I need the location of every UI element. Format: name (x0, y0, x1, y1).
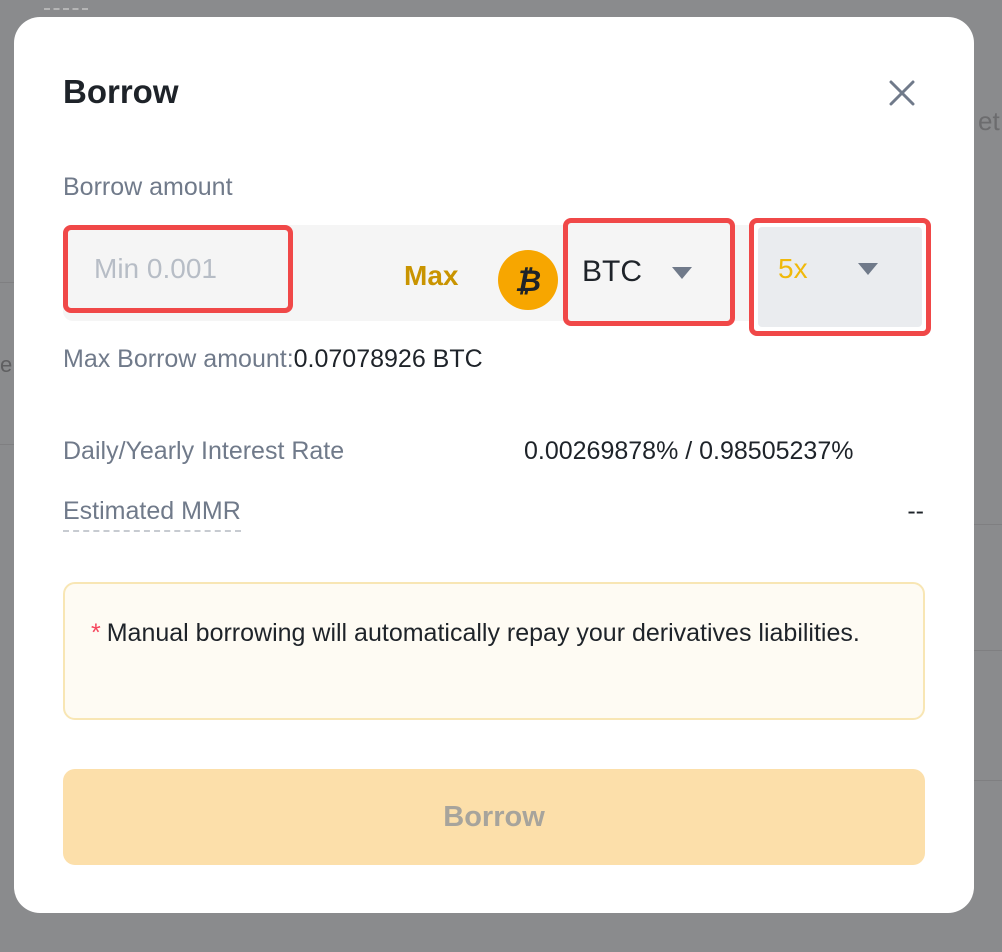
coin-select[interactable]: BTC (563, 218, 735, 326)
close-icon[interactable] (882, 73, 922, 113)
borrow-modal: Borrow Borrow amount Max ₿ BTC 5x (14, 17, 974, 913)
background-dashed-line (44, 8, 88, 10)
notice-text: Manual borrowing will automatically repa… (106, 619, 860, 647)
background-partial-text: et (978, 106, 1000, 136)
leverage-select[interactable]: 5x (749, 218, 931, 336)
background-divider (0, 282, 14, 283)
background-divider (974, 524, 1002, 525)
modal-title: Borrow (63, 73, 179, 110)
bitcoin-icon: ₿ (497, 249, 559, 311)
close-button[interactable] (882, 73, 922, 113)
borrow-submit-button[interactable]: Borrow (63, 769, 925, 865)
interest-rate-value: 0.00269878% / 0.98505237% (524, 437, 854, 465)
caret-down-icon (672, 267, 692, 279)
background-divider (974, 650, 1002, 651)
max-borrow-amount: Max Borrow amount:0.07078926 BTC (63, 345, 483, 374)
estimated-mmr-label[interactable]: Estimated MMR (63, 497, 241, 532)
background-divider (974, 780, 1002, 781)
coin-select-value: BTC (582, 255, 642, 288)
estimated-mmr-value: -- (907, 497, 924, 525)
borrow-amount-label: Borrow amount (63, 173, 233, 201)
borrow-amount-row: Max ₿ BTC 5x (63, 218, 931, 336)
background-divider (0, 444, 14, 445)
amount-input-wrapper (63, 225, 293, 313)
background-partial-text: e (0, 352, 13, 377)
required-marker: * (91, 619, 101, 647)
caret-down-icon (858, 263, 878, 275)
leverage-select-value: 5x (778, 253, 808, 284)
svg-text:₿: ₿ (515, 264, 541, 299)
max-button[interactable]: Max (404, 260, 458, 292)
borrow-amount-input[interactable] (68, 230, 288, 308)
max-borrow-value: 0.07078926 BTC (293, 345, 483, 373)
interest-rate-label: Daily/Yearly Interest Rate (63, 437, 345, 465)
max-borrow-label: Max Borrow amount: (63, 345, 294, 373)
notice-box: * Manual borrowing will automatically rep… (63, 582, 925, 720)
